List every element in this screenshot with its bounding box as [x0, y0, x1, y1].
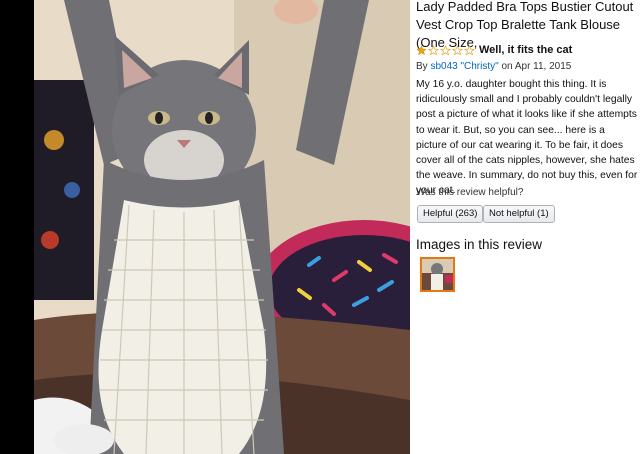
cat-in-crochet-top-image — [34, 0, 410, 454]
star-rating — [416, 44, 475, 56]
review-panel: Lady Padded Bra Tops Bustier Cutout Vest… — [416, 0, 640, 454]
review-headline: Well, it fits the cat — [479, 44, 573, 56]
thumbnail-cat-image — [422, 259, 453, 290]
star-empty-icon — [428, 44, 439, 55]
review-author-link[interactable]: sb043 "Christy" — [430, 61, 498, 72]
not-helpful-button[interactable]: Not helpful (1) — [483, 205, 555, 223]
review-byline: By sb043 "Christy" on Apr 11, 2015 — [416, 61, 571, 72]
review-date: on Apr 11, 2015 — [501, 61, 572, 72]
rating-row: Well, it fits the cat — [416, 42, 572, 58]
left-black-margin — [0, 0, 34, 454]
star-empty-icon — [440, 44, 451, 55]
review-body: My 16 y.o. daughter bought this thing. I… — [416, 79, 638, 197]
helpful-button[interactable]: Helpful (263) — [417, 205, 484, 223]
star-filled-icon — [416, 44, 427, 55]
review-photo[interactable] — [34, 0, 410, 454]
byline-prefix: By — [416, 61, 428, 72]
review-image-thumbnail[interactable] — [420, 257, 455, 292]
images-section-heading: Images in this review — [416, 237, 543, 252]
helpful-question: Was this review helpful? — [416, 187, 524, 198]
star-empty-icon — [464, 44, 475, 55]
star-empty-icon — [452, 44, 463, 55]
